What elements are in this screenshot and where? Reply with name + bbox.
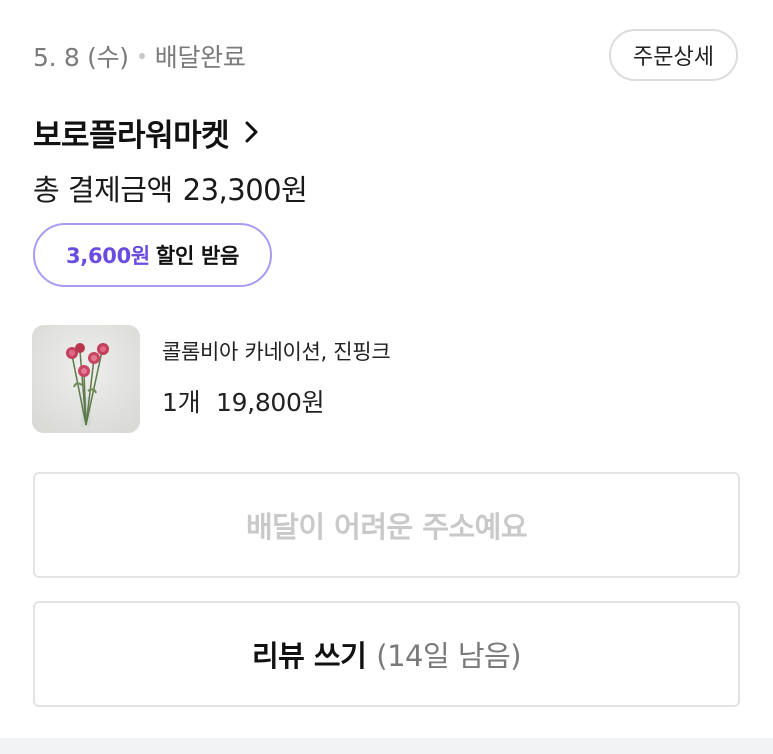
product-price: 19,800원 (215, 388, 325, 417)
discount-label: 할인 받음 (155, 244, 240, 268)
discount-badge: 3,600원 할인 받음 (33, 223, 272, 287)
discount-amount: 3,600원 (65, 244, 150, 268)
product-quantity: 1개 (162, 388, 201, 417)
payment-label: 총 결제금액 (33, 173, 173, 207)
delivery-issue-label: 배달이 어려운 주소예요 (246, 510, 528, 544)
write-review-button[interactable]: 리뷰 쓰기 (14일 남음) (33, 601, 740, 707)
product-name[interactable]: 콜롬비아 카네이션, 진핑크 (162, 336, 391, 366)
payment-total: 총 결제금액 23,300원 (33, 164, 308, 212)
store-name: 보로플라워마켓 (33, 117, 230, 154)
review-remaining: (14일 남음) (376, 639, 522, 673)
section-divider (0, 738, 773, 754)
review-label: 리뷰 쓰기 (251, 639, 367, 673)
product-thumbnail[interactable] (32, 325, 140, 433)
order-header: 5. 8 (수) 배달완료 (33, 34, 246, 78)
product-qty-price: 1개 19,800원 (162, 383, 325, 419)
order-detail-button[interactable]: 주문상세 (609, 29, 738, 81)
delivery-issue-button: 배달이 어려운 주소예요 (33, 472, 740, 578)
carnation-flower-image (32, 325, 140, 433)
store-link[interactable]: 보로플라워마켓 (33, 106, 263, 158)
order-status: 배달완료 (154, 43, 246, 72)
order-date: 5. 8 (수) (33, 43, 129, 72)
separator-dot (138, 53, 145, 59)
payment-amount: 23,300원 (182, 173, 308, 207)
order-card: 5. 8 (수) 배달완료 주문상세 보로플라워마켓 총 결제금액 23,300… (0, 0, 773, 738)
chevron-right-icon (239, 120, 263, 144)
